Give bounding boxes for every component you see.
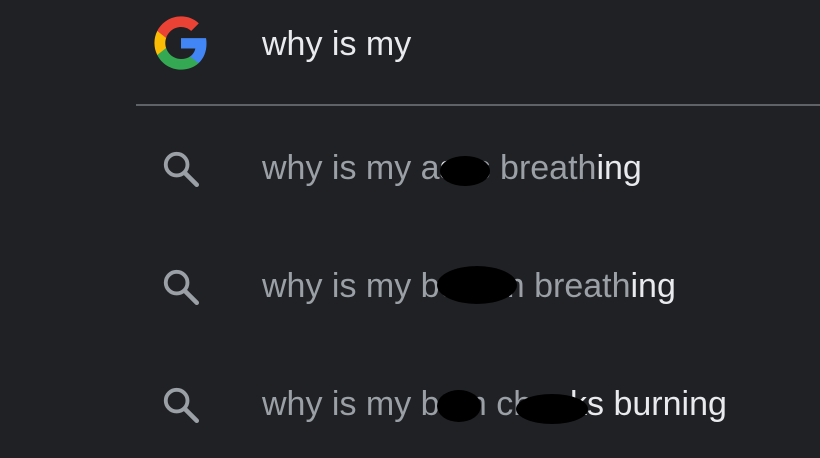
suggestion-prefix: why is my b: [262, 267, 440, 305]
suggestion-rest: s breath: [473, 149, 597, 187]
redaction-mark: [516, 394, 588, 424]
redaction-mark: [440, 156, 490, 186]
redaction-mark: [437, 266, 517, 304]
search-input[interactable]: why is my: [262, 22, 411, 66]
redaction-mark: [437, 390, 481, 422]
suggestion-item[interactable]: why is my asss breathing: [0, 122, 820, 212]
suggestion-prefix: why is my a: [262, 149, 440, 187]
divider: [136, 104, 820, 106]
suggestion-completion: ing: [630, 267, 676, 305]
search-icon: [163, 387, 200, 424]
suggestion-item[interactable]: why is my bottom breathing: [0, 240, 820, 330]
search-icon: [163, 151, 200, 188]
suggestion-item[interactable]: why is my bum cheeks burning: [0, 358, 820, 448]
suggestion-completion: ing: [596, 149, 642, 187]
google-g-icon: [154, 16, 207, 70]
suggestion-text: why is my bum cheeks burning: [262, 382, 727, 426]
search-icon: [163, 269, 200, 306]
suggestion-prefix: why is my b: [262, 385, 440, 423]
search-bar[interactable]: why is my: [0, 0, 820, 104]
